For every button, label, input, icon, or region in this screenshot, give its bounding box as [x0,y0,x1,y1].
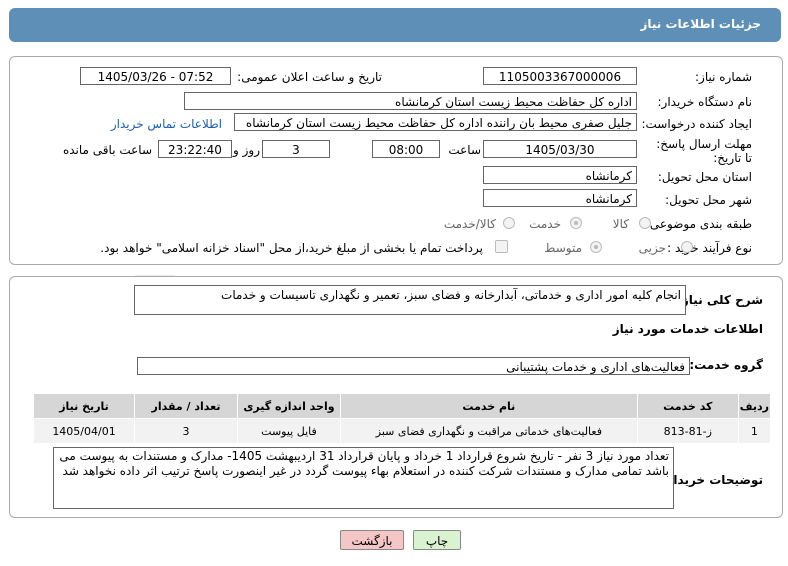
column-header-name: نام خدمت [339,393,638,419]
need-summary-field: انجام کلیه امور اداری و خدماتی، آبدارخان… [134,285,686,315]
category-service-label: خدمت [529,217,561,231]
request-creator-field: جلیل صفری محیط بان راننده اداره کل حفاظت… [234,113,637,131]
request-creator-label: ایجاد کننده درخواست: [641,117,752,131]
cell-quantity: 3 [134,418,238,444]
table-row: 1 ز-81-813 فعالیت‌های خدماتی مراقبت و نگ… [32,418,772,444]
services-table: ردیف کد خدمت نام خدمت واحد اندازه گیری ت… [32,393,772,444]
deadline-date-field: 1405/03/30 [483,140,637,158]
cell-need-date: 1405/04/01 [32,418,136,444]
category-goods-radio[interactable] [639,217,651,229]
need-number-field: 1105003367000006 [483,67,637,85]
cell-service-name: فعالیت‌های خدماتی مراقبت و نگهداری فضای … [339,418,638,444]
buyer-org-field: اداره کل حفاظت محیط زیست استان کرمانشاه [184,92,637,110]
announce-datetime-field: 1405/03/26 - 07:52 [80,67,231,85]
deadline-time-label: ساعت [448,143,481,157]
delivery-province-label: استان محل تحویل: [657,170,752,184]
process-medium-label: متوسط [544,241,582,255]
deadline-time-field: 08:00 [372,140,440,158]
category-goods-service-label: کالا/خدمت [443,217,496,231]
cell-service-code: ز-81-813 [636,418,739,444]
process-minor-radio[interactable] [681,241,693,253]
column-header-row: ردیف [737,393,772,419]
service-group-label: گروه خدمت: [689,358,763,372]
delivery-province-field: کرمانشاه [483,166,637,184]
treasury-payment-checkbox[interactable] [495,240,508,253]
buyer-org-label: نام دستگاه خریدار: [657,95,753,109]
delivery-city-field: کرمانشاه [483,189,637,207]
process-type-label: نوع فرآیند خرید : [667,241,752,255]
treasury-payment-note: پرداخت تمام یا بخشی از مبلغ خرید،از محل … [100,241,483,255]
services-table-header: ردیف کد خدمت نام خدمت واحد اندازه گیری ت… [32,393,772,419]
category-label: طبقه بندی موضوعی: [645,217,752,231]
days-label: روز و [233,143,260,157]
column-header-quantity: تعداد / مقدار [134,393,238,419]
delivery-city-label: شهر محل تحویل: [665,193,752,207]
buyer-notes-field: تعداد مورد نیاز 3 نفر - تاریخ شروع قرارد… [53,447,674,509]
buyer-contact-link[interactable]: اطلاعات تماس خریدار [111,117,222,131]
time-remaining-field: 23:22:40 [158,140,232,158]
column-header-code: کد خدمت [636,393,739,419]
category-service-radio[interactable] [570,217,582,229]
page-header: جزئیات اطلاعات نیاز [9,8,781,42]
category-goods-service-radio[interactable] [503,217,515,229]
time-remaining-label: ساعت باقی مانده [62,143,152,157]
need-summary-label: شرح کلی نیاز: [677,293,763,307]
category-goods-label: کالا [612,217,629,231]
announce-datetime-label: تاریخ و ساعت اعلان عمومی: [237,70,382,84]
print-button[interactable]: چاپ [413,530,461,550]
service-group-field: فعالیت‌های اداری و خدمات پشتیبانی [137,357,690,375]
page-title: جزئیات اطلاعات نیاز [640,17,761,31]
cell-unit: فایل پیوست [236,418,341,444]
buyer-notes-label: توضیحات خریدار: [661,473,763,487]
column-header-date: تاریخ نیاز [32,393,136,419]
process-medium-radio[interactable] [590,241,602,253]
need-number-label: شماره نیاز: [695,70,752,84]
services-section-title: اطلاعات خدمات مورد نیاز [612,322,763,336]
column-header-unit: واحد اندازه گیری [236,393,341,419]
deadline-label: مهلت ارسال پاسخ: تا تاریخ: [656,137,752,165]
process-minor-label: جزیی [638,241,666,255]
cell-row-number: 1 [737,418,772,444]
days-remaining-field: 3 [262,140,330,158]
back-button[interactable]: بازگشت [340,530,404,550]
